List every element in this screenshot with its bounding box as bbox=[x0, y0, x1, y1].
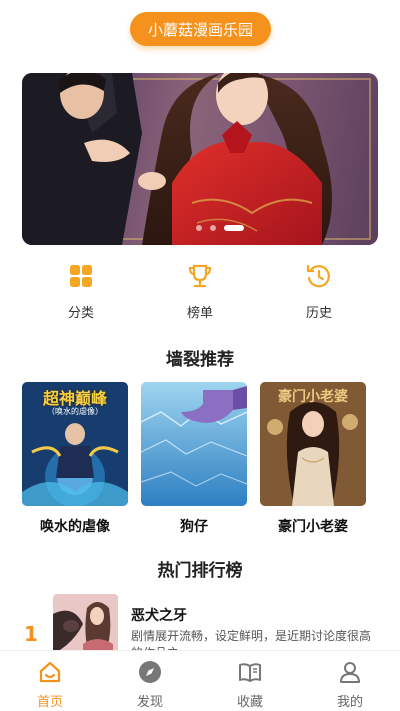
quick-nav-label: 历史 bbox=[305, 306, 332, 321]
home-icon bbox=[39, 661, 61, 683]
ranking-section-title: 热门排行榜 bbox=[157, 561, 243, 581]
ranking-list-item[interactable]: 1 恶犬之牙 剧情展开流畅，设定鲜明，是近期讨论度很高的作品之一。 bbox=[0, 592, 400, 660]
recommend-card[interactable]: 狗仔 bbox=[141, 382, 247, 536]
history-icon bbox=[306, 264, 330, 288]
comic-title: 唤水的虐像 bbox=[40, 519, 110, 535]
rank-number: 1 bbox=[24, 622, 38, 646]
tab-label: 首页 bbox=[36, 695, 63, 710]
quick-nav-label: 分类 bbox=[67, 306, 94, 321]
tab-profile[interactable]: 我的 bbox=[300, 651, 400, 711]
cover-subtitle-text: （唤水的虐像） bbox=[47, 407, 103, 416]
recommend-card[interactable]: 豪门小老婆 豪门小老婆 bbox=[260, 382, 366, 536]
trophy-icon bbox=[188, 264, 212, 288]
quick-nav-history[interactable]: 历史 bbox=[279, 262, 359, 321]
comic-title: 恶犬之牙 bbox=[131, 608, 187, 624]
comic-cover[interactable] bbox=[141, 382, 247, 506]
banner-carousel[interactable] bbox=[22, 73, 378, 245]
book-icon bbox=[239, 663, 261, 682]
app-title-badge: 小蘑菇漫画乐园 bbox=[130, 12, 271, 46]
tab-discover[interactable]: 发现 bbox=[100, 651, 200, 711]
tab-home[interactable]: 首页 bbox=[0, 651, 100, 711]
grid-icon bbox=[70, 265, 92, 287]
comic-title: 豪门小老婆 bbox=[278, 519, 348, 535]
cover-art-rank-1 bbox=[53, 594, 118, 654]
tab-favorites[interactable]: 收藏 bbox=[200, 651, 300, 711]
quick-nav-category[interactable]: 分类 bbox=[41, 262, 121, 321]
comic-title: 狗仔 bbox=[180, 519, 208, 535]
comic-cover[interactable]: 超神巅峰 （唤水的虐像） bbox=[22, 382, 128, 506]
carousel-dot-active[interactable] bbox=[224, 225, 244, 231]
comic-cover[interactable]: 豪门小老婆 bbox=[260, 382, 366, 506]
cover-art-2 bbox=[141, 382, 247, 506]
recommend-card[interactable]: 超神巅峰 （唤水的虐像） 唤水的虐像 bbox=[22, 382, 128, 536]
carousel-indicator[interactable] bbox=[196, 225, 244, 231]
app-title: 小蘑菇漫画乐园 bbox=[147, 20, 253, 39]
tab-label: 我的 bbox=[336, 695, 363, 710]
carousel-dot[interactable] bbox=[196, 225, 202, 231]
carousel-dot[interactable] bbox=[210, 225, 216, 231]
tab-label: 收藏 bbox=[236, 695, 263, 710]
bottom-tab-bar: 首页 发现 收藏 我的 bbox=[0, 650, 400, 711]
compass-icon bbox=[139, 661, 161, 683]
tab-label: 发现 bbox=[136, 695, 163, 710]
quick-nav-label: 榜单 bbox=[186, 306, 213, 321]
recommend-section-title: 墙裂推荐 bbox=[166, 350, 234, 370]
banner-illustration bbox=[22, 73, 371, 245]
user-icon bbox=[340, 662, 360, 683]
comic-cover[interactable] bbox=[53, 594, 118, 654]
cover-title-text: 豪门小老婆 bbox=[278, 389, 348, 405]
quick-nav-ranking[interactable]: 榜单 bbox=[160, 262, 240, 321]
